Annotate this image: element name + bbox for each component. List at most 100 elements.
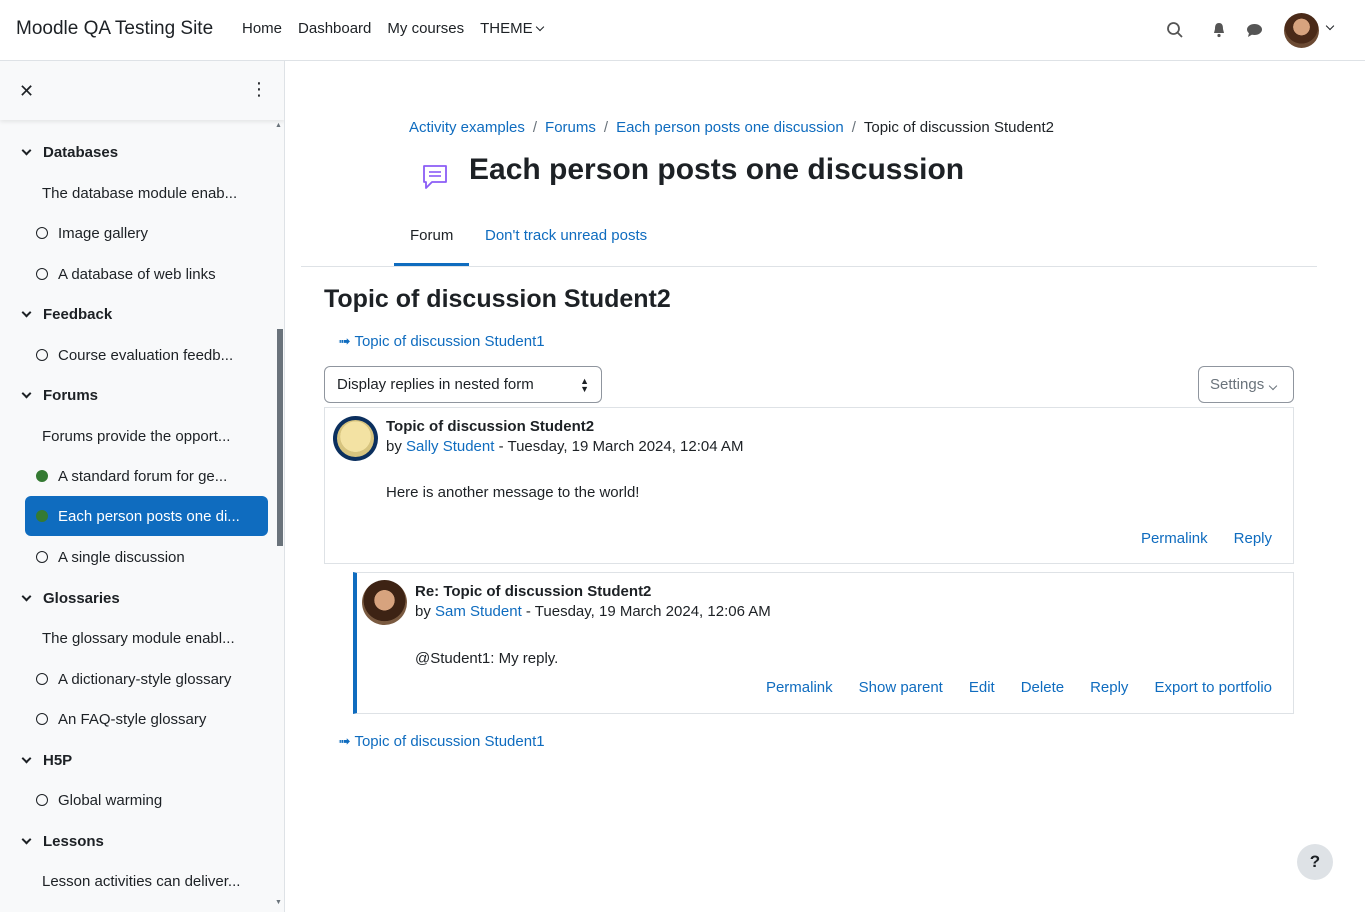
completion-done-icon <box>36 470 48 482</box>
nav-home[interactable]: Home <box>242 20 282 37</box>
course-index-label: A database of web links <box>58 265 216 283</box>
activity-a-single-discussion[interactable]: A single discussion <box>0 539 270 575</box>
nav-theme-menu[interactable]: THEME <box>480 20 544 37</box>
completion-todo-icon <box>36 268 48 280</box>
site-name[interactable]: Moodle QA Testing Site <box>16 18 213 40</box>
chevron-down-icon[interactable] <box>21 145 32 155</box>
user-menu-chevron-icon[interactable] <box>1325 21 1335 31</box>
author-link[interactable]: Sally Student <box>406 438 494 455</box>
breadcrumb-separator: / <box>603 119 609 136</box>
byline-prefix: by <box>415 603 436 620</box>
nav-theme-label: THEME <box>480 20 533 37</box>
previous-discussion-link-bottom[interactable]: ➟ Topic of discussion Student1 <box>338 732 545 750</box>
course-index-label: Forums provide the opport... <box>42 427 231 445</box>
permalink-link[interactable]: Permalink <box>1141 530 1208 547</box>
post-actions: Permalink Show parent Edit Delete Reply … <box>766 679 1272 696</box>
course-index-label: Feedback <box>43 305 113 323</box>
breadcrumb-separator: / <box>532 119 538 136</box>
permalink-link[interactable]: Permalink <box>766 679 833 696</box>
settings-button[interactable]: Settings <box>1198 366 1294 403</box>
chevron-down-icon[interactable] <box>21 834 32 844</box>
post-date: - Tuesday, 19 March 2024, 12:04 AM <box>494 438 744 455</box>
activity-a-database-of-web-links[interactable]: A database of web links <box>0 256 270 292</box>
display-mode-select[interactable]: Display replies in nested form ▲ ▼ <box>324 366 602 403</box>
scroll-up-icon[interactable]: ▲ <box>275 122 282 129</box>
help-button[interactable]: ? <box>1297 844 1333 880</box>
section-summary-lesson-activities-can-deliver[interactable]: Lesson activities can deliver... <box>0 863 270 899</box>
nav-my-courses[interactable]: My courses <box>387 20 464 37</box>
nav-dashboard[interactable]: Dashboard <box>298 20 371 37</box>
course-index-label: Image gallery <box>58 224 149 242</box>
course-index-label: A single discussion <box>58 548 185 566</box>
chevron-down-icon[interactable] <box>21 753 32 763</box>
activity-course-evaluation-feedb[interactable]: Course evaluation feedb... <box>0 337 270 373</box>
activity-a-standard-forum-for-ge[interactable]: A standard forum for ge... <box>0 458 270 494</box>
breadcrumb-separator: / <box>851 119 856 136</box>
previous-discussion-link[interactable]: ➟ Topic of discussion Student1 <box>338 332 545 350</box>
course-index-label: Forums <box>43 386 99 404</box>
bell-icon[interactable] <box>1207 18 1231 42</box>
tab-dont-track-unread[interactable]: Don't track unread posts <box>485 227 647 244</box>
chat-icon[interactable] <box>1242 18 1266 42</box>
section-summary-the-glossary-module-enabl[interactable]: The glossary module enabl... <box>0 620 270 656</box>
reply-link[interactable]: Reply <box>1234 530 1272 547</box>
delete-link[interactable]: Delete <box>1021 679 1064 696</box>
breadcrumb: Activity examples / Forums / Each person… <box>409 119 1054 136</box>
section-summary-the-database-module-enab[interactable]: The database module enab... <box>0 175 270 211</box>
show-parent-link[interactable]: Show parent <box>859 679 943 696</box>
section-feedback[interactable]: Feedback <box>0 296 270 332</box>
course-index-label: Lesson activities can deliver... <box>42 872 241 890</box>
settings-label: Settings <box>1210 376 1265 393</box>
activity-image-gallery[interactable]: Image gallery <box>0 215 270 251</box>
breadcrumb-forums[interactable]: Forums <box>545 119 596 136</box>
course-index-drawer: ✕ ⋮ Databases The database module enab...… <box>0 61 285 912</box>
activity-an-faq-style-glossary[interactable]: An FAQ-style glossary <box>0 701 270 737</box>
drawer-scrollbar-thumb[interactable] <box>277 329 283 546</box>
course-index-label: An FAQ-style glossary <box>58 710 207 728</box>
course-index-label: Each person posts one di... <box>58 507 240 525</box>
avatar[interactable] <box>333 416 378 461</box>
activity-global-warming[interactable]: Global warming <box>0 782 270 818</box>
completion-todo-icon <box>36 673 48 685</box>
section-databases[interactable]: Databases <box>0 134 270 170</box>
post-subject: Re: Topic of discussion Student2 <box>415 583 652 600</box>
completion-todo-icon <box>36 713 48 725</box>
close-icon[interactable]: ✕ <box>19 81 34 102</box>
reply-link[interactable]: Reply <box>1090 679 1128 696</box>
section-glossaries[interactable]: Glossaries <box>0 580 270 616</box>
author-link[interactable]: Sam Student <box>435 603 522 620</box>
post-actions: Permalink Reply <box>1141 530 1272 547</box>
export-to-portfolio-link[interactable]: Export to portfolio <box>1154 679 1272 696</box>
activity-a-dictionary-style-glossary[interactable]: A dictionary-style glossary <box>0 661 270 697</box>
top-navbar: Moodle QA Testing Site Home Dashboard My… <box>0 0 1365 61</box>
edit-link[interactable]: Edit <box>969 679 995 696</box>
kebab-icon[interactable]: ⋮ <box>250 80 268 98</box>
user-avatar[interactable] <box>1284 13 1319 48</box>
section-lessons[interactable]: Lessons <box>0 823 270 859</box>
forum-post: Topic of discussion Student2 by Sally St… <box>324 407 1294 564</box>
chevron-down-icon[interactable] <box>21 307 32 317</box>
tab-forum[interactable]: Forum <box>410 227 453 244</box>
breadcrumb-activity-examples[interactable]: Activity examples <box>409 119 525 136</box>
breadcrumb-forum[interactable]: Each person posts one discussion <box>616 119 844 136</box>
completion-todo-icon <box>36 551 48 563</box>
section-forums[interactable]: Forums <box>0 377 270 413</box>
discussion-title: Topic of discussion Student2 <box>324 285 671 313</box>
avatar[interactable] <box>362 580 407 625</box>
post-subject: Topic of discussion Student2 <box>386 418 595 435</box>
course-index-label: Lessons <box>43 832 104 850</box>
course-index-label: Course evaluation feedb... <box>58 346 234 364</box>
activity-each-person-posts-one-di[interactable]: Each person posts one di... <box>25 496 268 536</box>
select-arrows-icon: ▲ ▼ <box>580 376 589 394</box>
course-index-label: Databases <box>43 143 119 161</box>
active-tab-indicator <box>394 263 469 266</box>
chevron-down-icon[interactable] <box>21 388 32 398</box>
section-h5p[interactable]: H5P <box>0 742 270 778</box>
search-icon[interactable] <box>1163 18 1187 42</box>
section-summary-forums-provide-the-opport[interactable]: Forums provide the opport... <box>0 418 270 454</box>
display-mode-value: Display replies in nested form <box>337 376 534 393</box>
course-index-label: The glossary module enabl... <box>42 629 235 647</box>
chevron-down-icon[interactable] <box>21 591 32 601</box>
scroll-down-icon[interactable]: ▼ <box>275 899 282 906</box>
forum-reply-post: Re: Topic of discussion Student2 by Sam … <box>353 572 1294 714</box>
